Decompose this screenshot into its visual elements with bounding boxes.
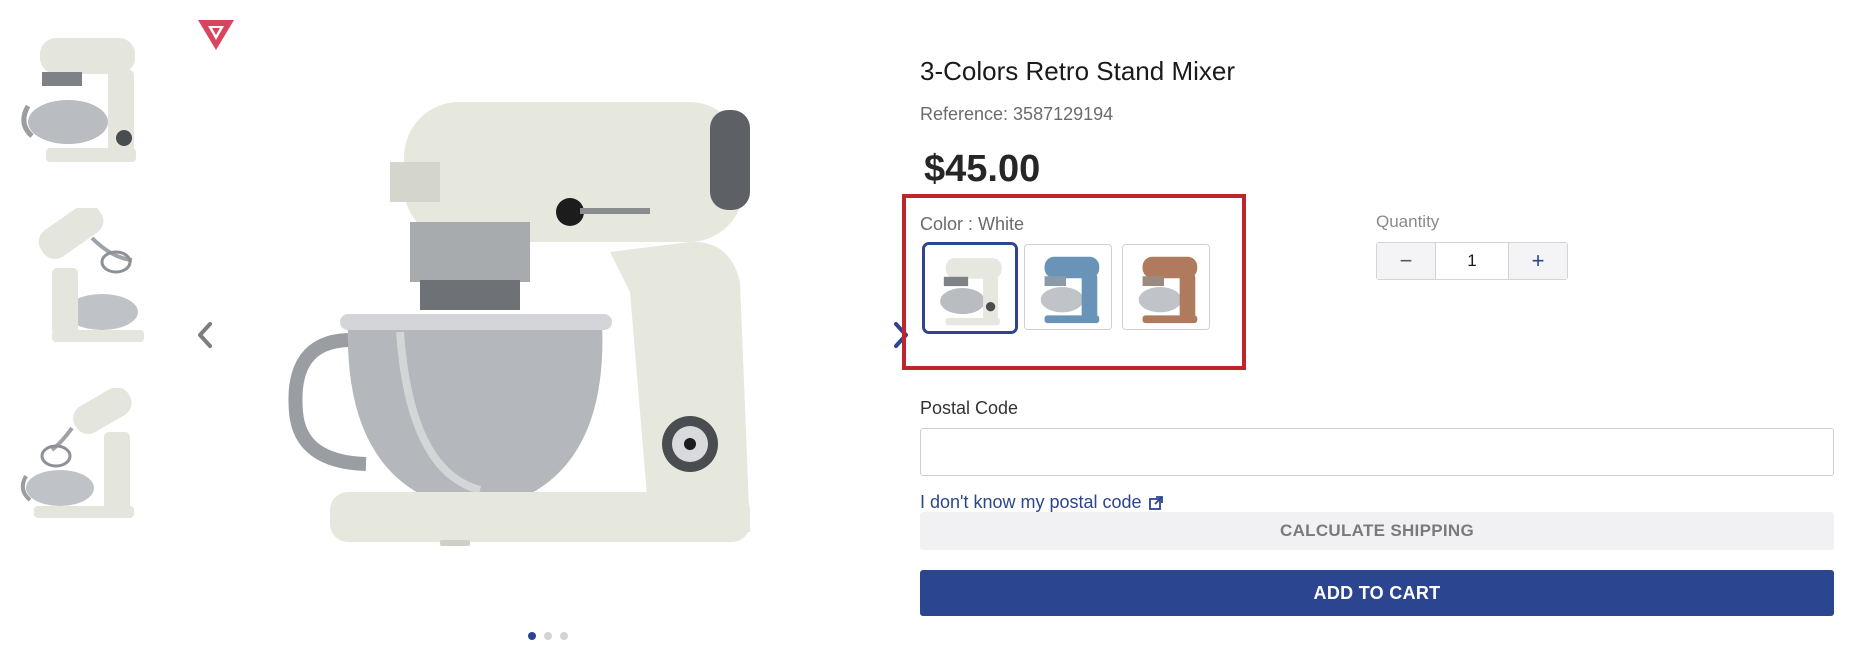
carousel-dots	[528, 632, 568, 640]
gallery-thumbnail-2[interactable]	[12, 208, 148, 344]
product-title: 3-Colors Retro Stand Mixer	[920, 56, 1235, 86]
postal-code-input[interactable]	[920, 428, 1834, 476]
main-product-image	[270, 92, 810, 592]
postal-code-label: Postal Code	[920, 398, 1019, 418]
quantity-label: Quantity	[1376, 212, 1440, 231]
add-to-cart-button[interactable]: ADD TO CART	[920, 570, 1834, 616]
product-price: $45.00	[924, 148, 1041, 190]
postal-code-help-link[interactable]: I don't know my postal code	[920, 492, 1164, 513]
chevron-left-icon[interactable]	[190, 318, 220, 352]
quantity-stepper: − +	[1376, 242, 1568, 280]
external-link-icon	[1148, 495, 1163, 510]
brand-triangle-icon	[196, 18, 236, 52]
gallery-thumbnail-1[interactable]	[12, 28, 148, 164]
calculate-shipping-button[interactable]: CALCULATE SHIPPING	[920, 512, 1834, 550]
quantity-increase-button[interactable]: +	[1509, 243, 1567, 279]
color-swatch-white[interactable]	[922, 242, 1018, 334]
quantity-input[interactable]	[1435, 243, 1509, 279]
postal-code-help-text: I don't know my postal code	[920, 492, 1142, 512]
gallery-thumbnail-3[interactable]	[12, 388, 148, 524]
color-swatch-blue[interactable]	[1024, 244, 1112, 330]
carousel-dot-2[interactable]	[544, 632, 552, 640]
quantity-decrease-button[interactable]: −	[1377, 243, 1435, 279]
carousel-dot-3[interactable]	[560, 632, 568, 640]
color-swatch-copper[interactable]	[1122, 244, 1210, 330]
carousel-dot-1[interactable]	[528, 632, 536, 640]
product-reference: Reference: 3587129194	[920, 104, 1114, 124]
color-label: Color : White	[920, 214, 1025, 234]
